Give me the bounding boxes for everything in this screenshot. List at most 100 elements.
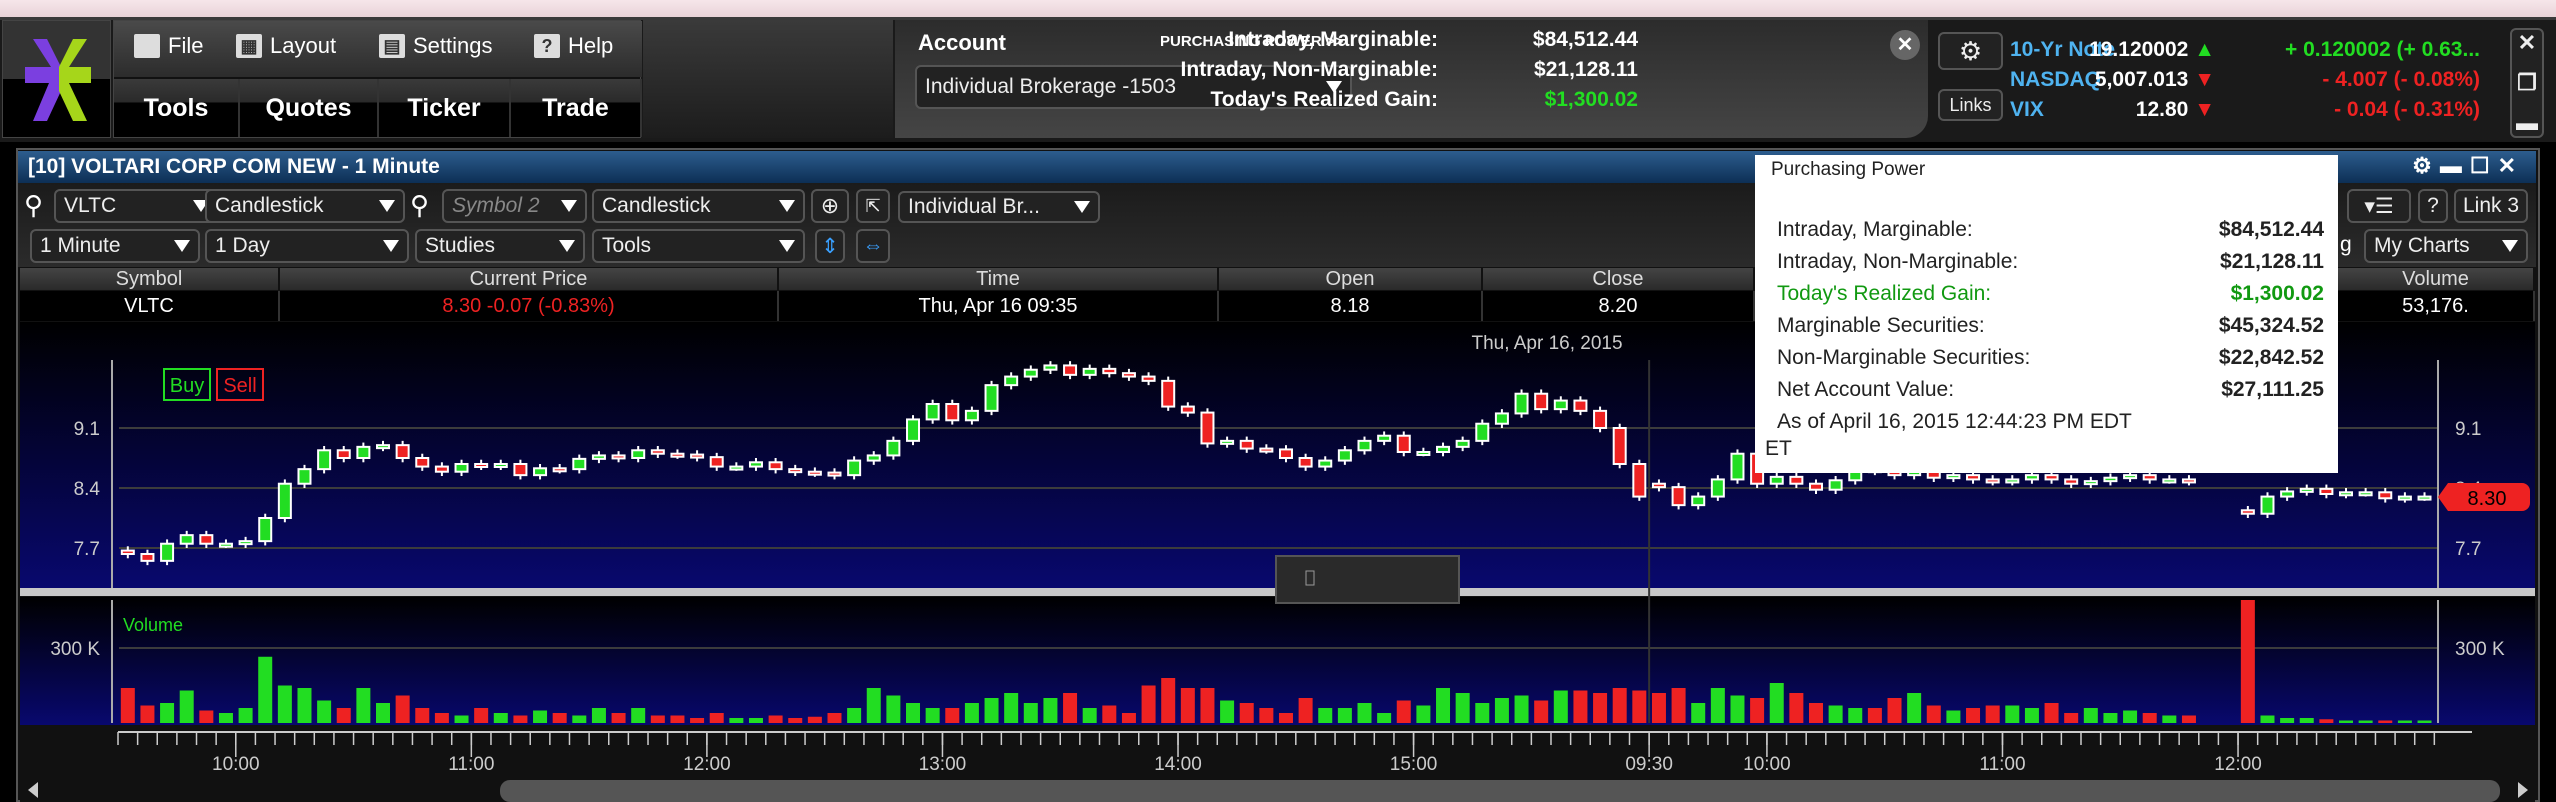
candle [493,463,508,468]
volume-bar [1161,678,1176,723]
purchasing-power-popup: Purchasing Power Intraday, Marginable: $8… [1755,155,2338,473]
candle [925,403,940,421]
popup-row: Non-Marginable Securities: $22,842.52 [1777,346,2324,369]
volume-bar [356,688,371,723]
volume-bar [1534,700,1549,723]
volume-bar [513,715,528,723]
candle [1514,392,1529,415]
volume-bar [454,715,469,723]
candle [1004,375,1019,387]
volume-bar [945,708,960,723]
chart-nav-box[interactable] [1275,555,1460,604]
volume-bar [1769,683,1784,723]
volume-bar [631,708,646,723]
volume-bar [218,713,233,723]
time-tick-label: 12:00 [683,754,731,775]
candle [2103,476,2118,483]
volume-bar [199,710,214,723]
candle [650,449,665,455]
volume-bar [847,708,862,723]
candle [120,549,135,555]
candle [199,534,214,545]
volume-bar [650,715,665,723]
volume-bar [1455,693,1470,723]
candle [1396,434,1411,454]
candle [179,534,194,545]
candle [1220,439,1235,445]
volume-bar [1220,700,1235,723]
volume-bar [1396,700,1411,723]
volume-bar [1848,708,1863,723]
last-price-text: 8.30 [2468,488,2507,510]
volume-bar [866,688,881,723]
candle [1337,449,1352,462]
candle [807,470,822,476]
volume-bar [1278,713,1293,723]
candle [513,463,528,477]
popup-et: ET [1765,437,1792,460]
volume-bar [415,708,430,723]
candle [2123,474,2138,480]
volume-bar [2319,719,2334,723]
scrollbar-thumb[interactable] [500,780,2500,802]
volume-bar [1887,698,1902,723]
volume-bar [2260,715,2275,723]
volume-bar [1063,693,1078,723]
volume-label: Volume [123,615,183,635]
volume-bar [1200,688,1215,723]
popup-row: Net Account Value: $27,111.25 [1777,378,2324,401]
price-tick-label: 9.1 [2455,419,2481,440]
volume-bar [1121,713,1136,723]
candle [140,553,155,562]
candle [317,449,332,471]
volume-bar [748,718,763,723]
volume-bar [925,708,940,723]
volume-bar [1180,688,1195,723]
candle [336,449,351,459]
candle [1691,495,1706,507]
candle [945,403,960,422]
volume-bar [1004,693,1019,723]
volume-bar [179,690,194,723]
chart-date-label: Thu, Apr 16, 2015 [1471,333,1622,354]
candle [709,456,724,468]
candle [1416,451,1431,456]
volume-bar [2024,708,2039,723]
volume-bar [1239,703,1254,723]
volume-bar [1357,703,1372,723]
candle [1593,409,1608,430]
volume-bar [807,716,822,723]
candle [533,467,548,477]
volume-bar [1514,695,1529,723]
volume-bar [2181,715,2196,723]
volume-bar [1789,693,1804,723]
candle [1494,412,1509,425]
candle [1612,427,1627,465]
candle [552,467,567,473]
popup-row: Today's Realized Gain: $1,300.02 [1777,282,2324,305]
candle [1298,457,1313,468]
candle [1239,439,1254,450]
volume-bar [1867,708,1882,723]
candle [1632,463,1647,498]
candle [160,542,175,562]
candle [1357,439,1372,452]
candle [906,418,921,442]
volume-bar [1318,708,1333,723]
price-tick-label: 8.4 [74,479,101,500]
candle [611,454,626,460]
volume-bar [984,698,999,723]
candle [729,465,744,471]
candle [1063,364,1078,376]
volume-bar [2142,713,2157,723]
candle [1828,479,1843,491]
volume-bar [533,710,548,723]
volume-bar [2064,713,2079,723]
candle [1573,399,1588,412]
volume-bar [2339,720,2354,723]
volume-bar [336,708,351,723]
volume-bar [2123,710,2138,723]
volume-bar [1750,698,1765,723]
candle [1808,482,1823,491]
volume-bar [1593,693,1608,723]
